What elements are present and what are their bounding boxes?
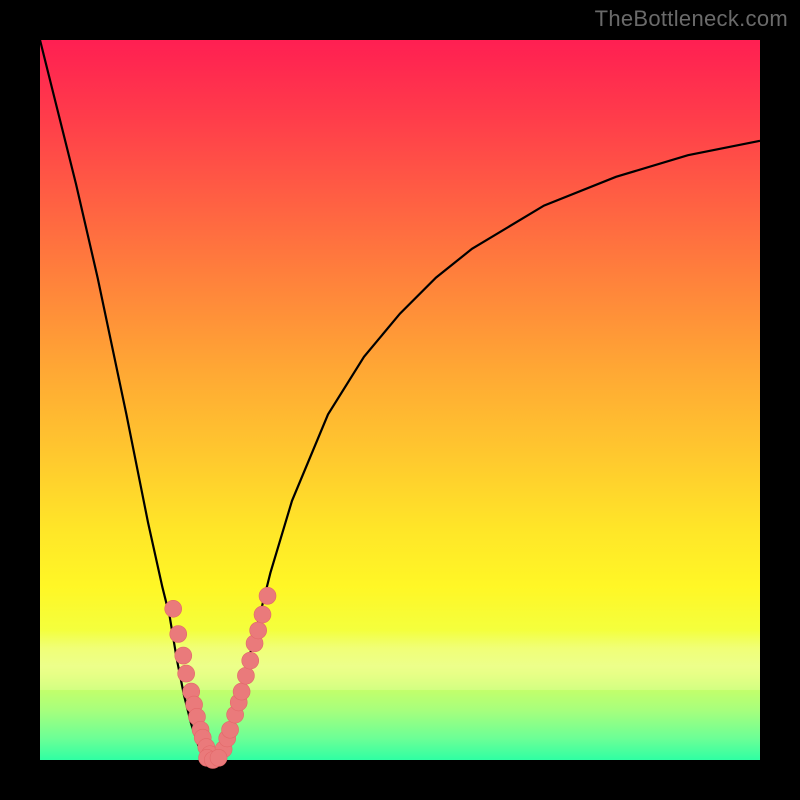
chart-frame: TheBottleneck.com [0,0,800,800]
data-marker [165,600,182,617]
data-marker [175,647,192,664]
markers-bottom [199,749,228,768]
markers-left [165,600,219,762]
data-marker [170,626,187,643]
data-marker [254,606,271,623]
curve-svg [40,40,760,760]
data-marker [178,665,195,682]
bottleneck-curve [40,40,760,760]
watermark-text: TheBottleneck.com [595,6,788,32]
data-marker [259,587,276,604]
data-marker [250,622,267,639]
data-marker [242,652,259,669]
markers-right [215,587,276,757]
data-marker [210,749,227,766]
plot-area [40,40,760,760]
data-marker [237,667,254,684]
data-marker [233,683,250,700]
data-marker [222,721,239,738]
